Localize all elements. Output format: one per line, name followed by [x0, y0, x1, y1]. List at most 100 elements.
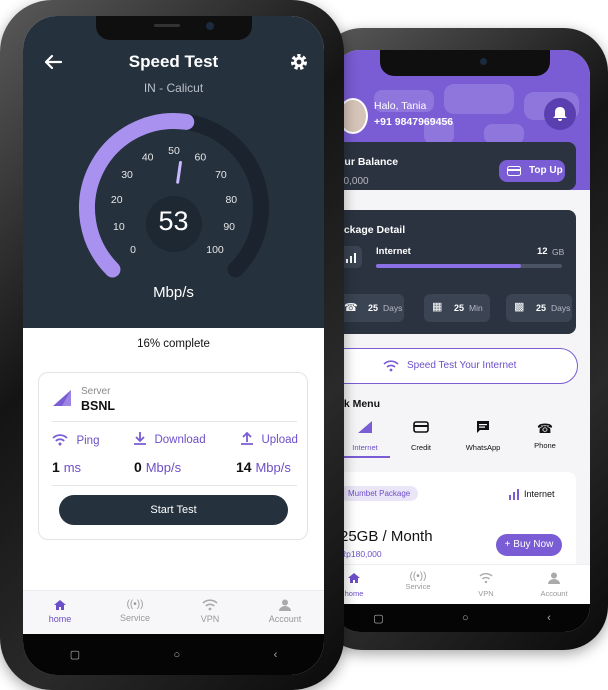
wifi-icon [383, 360, 399, 372]
start-test-button[interactable]: Start Test [59, 495, 288, 525]
metric-upload: Upload [241, 431, 298, 450]
quick-menu-phone[interactable]: ☎ Phone [520, 420, 570, 450]
chat-icon [477, 421, 489, 433]
upload-value: 14 Mbp/s [236, 459, 291, 475]
speed-unit: Mbp/s [153, 284, 194, 301]
recent-apps-icon[interactable]: ▢ [373, 612, 383, 625]
home-system-icon[interactable]: ○ [462, 612, 469, 624]
divider [52, 485, 297, 486]
active-indicator [340, 456, 390, 458]
quick-menu-credit[interactable]: Credit [396, 420, 446, 452]
gauge-tick-label: 50 [168, 145, 180, 157]
server-caption: Server [81, 386, 111, 397]
package-badge: Mumbet Package [340, 486, 419, 501]
package-title: ackage Detail [338, 224, 406, 236]
back-tab-vpn[interactable]: VPN [466, 571, 506, 598]
person-icon [279, 599, 291, 611]
stat-days: ☎ 25 Days [338, 294, 404, 322]
offer-type: Internet [524, 489, 555, 499]
chat-icon: ▩ [514, 301, 525, 313]
card-icon [413, 421, 429, 433]
upload-icon [241, 431, 253, 445]
bottom-nav: home ((•)) Service VPN Account [23, 590, 324, 635]
gauge-tick-label: 70 [215, 169, 227, 181]
tab-account[interactable]: Account [255, 599, 315, 624]
gauge-tick-label: 30 [121, 169, 133, 181]
grid-icon: ▦ [432, 301, 443, 313]
server-name[interactable]: BSNL [81, 399, 115, 413]
back-phone-screen: Halo, Tania +91 9847969456 our Balance 0… [334, 50, 590, 632]
back-system-icon[interactable]: ‹ [547, 612, 551, 624]
internet-label: Internet [376, 246, 411, 257]
balance-card: our Balance 00,000 Top Up [334, 142, 576, 190]
speed-test-header: Speed Test IN - Calicut 0 10 20 30 40 50 60 70 8… [23, 16, 324, 328]
speaker-grille [154, 24, 180, 27]
back-tab-account[interactable]: Account [534, 571, 574, 598]
speed-test-button[interactable]: Speed Test Your Internet [334, 348, 578, 384]
tab-vpn[interactable]: VPN [180, 599, 240, 624]
signal-icon [53, 390, 71, 406]
home-icon [348, 573, 360, 583]
camera-icon [480, 58, 487, 65]
server-card: Server BSNL Ping Download Upload 1 ms 0 … [38, 372, 308, 540]
offer-price: Rp180,000 [340, 549, 382, 559]
broadcast-icon: ((•)) [409, 571, 427, 582]
download-value: 0 Mbp/s [134, 459, 182, 475]
phone-icon: ☎ [536, 421, 554, 436]
quick-menu-title: ck Menu [338, 398, 381, 410]
home-icon [54, 600, 66, 610]
phone-icon: ☎ [344, 302, 358, 314]
gauge-tick-label: 60 [194, 151, 206, 163]
front-phone-screen: Speed Test IN - Calicut 0 10 20 30 40 50 60 70 8… [23, 16, 324, 675]
stat-sms: ▩ 25 Days [506, 294, 572, 322]
offer-card[interactable]: Mumbet Package Internet 25GB / Month Rp1… [334, 472, 576, 572]
balance-title: our Balance [338, 156, 399, 168]
internet-usage-bar [376, 264, 562, 268]
person-icon [548, 572, 560, 584]
offer-title: 25GB / Month [340, 528, 433, 545]
broadcast-icon: ((•)) [126, 599, 144, 610]
system-nav: ▢ ○ ‹ [23, 634, 324, 675]
metric-ping: Ping [52, 433, 99, 451]
wifi-icon [479, 573, 493, 584]
back-system-icon[interactable]: ‹ [274, 649, 278, 661]
quick-menu-internet[interactable]: Internet [340, 420, 390, 458]
page-title: Speed Test [128, 52, 219, 71]
package-card: ackage Detail Internet 12 GB ☎ 25 Days ▦… [334, 210, 576, 334]
back-notch [380, 50, 550, 76]
gauge-tick-label: 0 [130, 244, 136, 256]
gauge-tick-label: 20 [111, 194, 123, 206]
notification-button[interactable] [544, 98, 576, 130]
greeting-text: Halo, Tania [374, 100, 427, 112]
metric-download: Download [134, 432, 206, 450]
divider [52, 421, 297, 422]
recent-apps-icon[interactable]: ▢ [70, 648, 80, 661]
internet-value: 12 [537, 246, 548, 257]
signal-icon [358, 421, 372, 433]
quick-menu-whatsapp[interactable]: WhatsApp [458, 420, 508, 452]
ping-value: 1 ms [52, 459, 82, 475]
package-stats: ☎ 25 Days ▦ 25 Min ▩ 25 Days [338, 294, 573, 324]
internet-unit: GB [552, 247, 565, 257]
tab-service[interactable]: ((•)) Service [105, 599, 165, 623]
card-icon [507, 166, 521, 176]
buy-now-button[interactable]: + Buy Now [496, 534, 562, 556]
gauge-tick-label: 80 [225, 194, 237, 206]
wifi-icon [52, 434, 68, 446]
signal-bars-icon [509, 489, 519, 500]
gauge-tick-label: 100 [206, 244, 224, 256]
camera-icon [206, 22, 214, 30]
back-bottom-nav: home ((•)) Service VPN Account [334, 564, 590, 605]
home-system-icon[interactable]: ○ [174, 649, 181, 661]
stat-minutes: ▦ 25 Min [424, 294, 490, 322]
internet-usage-fill [376, 264, 522, 268]
download-icon [134, 432, 146, 445]
quick-menu: Internet Credit WhatsApp ☎ Phone [334, 416, 590, 464]
location-label: IN - Calicut [143, 81, 204, 95]
gauge-needle [176, 160, 182, 184]
tab-home[interactable]: home [30, 599, 90, 624]
gear-icon[interactable] [289, 52, 309, 72]
back-tab-service[interactable]: ((•)) Service [398, 571, 438, 591]
top-up-button[interactable]: Top Up [499, 160, 565, 182]
speed-value: 53 [158, 206, 189, 236]
